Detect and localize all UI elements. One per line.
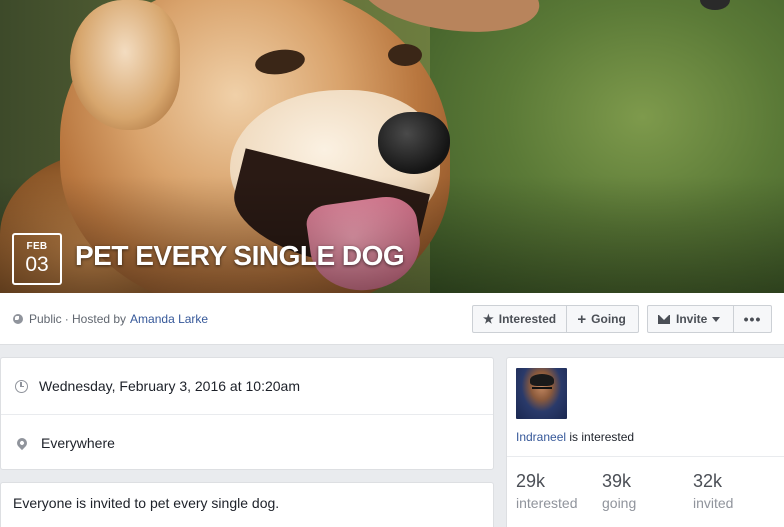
clock-icon: [15, 379, 28, 393]
stat-value: 32k: [693, 471, 723, 491]
invite-button[interactable]: Invite: [648, 306, 733, 332]
event-date-day: 03: [25, 253, 49, 276]
globe-icon: [13, 314, 23, 324]
event-location: Everywhere: [41, 434, 115, 451]
event-title: PET EVERY SINGLE DOG: [75, 240, 405, 271]
stat-interested[interactable]: 29k interested: [516, 471, 577, 511]
event-meta: Public · Hosted by Amanda Larke: [13, 312, 208, 326]
stat-value: 39k: [602, 471, 632, 491]
event-datetime-row: Wednesday, February 3, 2016 at 10:20am: [1, 358, 493, 414]
friend-avatar[interactable]: [516, 368, 567, 419]
interested-button-label: Interested: [498, 312, 557, 326]
rsvp-button-group: ★ Interested + Going: [472, 305, 639, 333]
friend-name-link[interactable]: Indraneel: [516, 430, 566, 444]
event-datetime: Wednesday, February 3, 2016 at 10:20am: [39, 378, 300, 394]
privacy-label: Public: [29, 312, 62, 326]
going-button-label: Going: [591, 312, 626, 326]
event-date-badge: FEB 03: [12, 233, 62, 285]
event-location-row: Everywhere: [1, 414, 493, 470]
more-options-button[interactable]: •••: [733, 306, 771, 332]
location-pin-icon: [14, 435, 30, 450]
star-icon: ★: [483, 312, 494, 326]
stat-invited[interactable]: 32k invited: [693, 471, 733, 511]
event-info-bar: Public · Hosted by Amanda Larke ★ Intere…: [0, 293, 784, 345]
host-link[interactable]: Amanda Larke: [130, 312, 208, 326]
friend-status: is interested: [569, 430, 635, 444]
guest-summary-card: Indraneel is interested 29k interested 3…: [506, 357, 784, 527]
event-details-card: Wednesday, February 3, 2016 at 10:20am E…: [0, 357, 494, 470]
hosted-by-label: · Hosted by: [64, 312, 127, 326]
invite-button-label: Invite: [676, 312, 708, 326]
mail-icon: [658, 314, 670, 324]
invite-button-group: Invite •••: [647, 305, 772, 333]
stat-value: 29k: [516, 471, 546, 491]
stat-label: going: [602, 495, 637, 511]
event-date-month: FEB: [26, 241, 48, 252]
interested-button[interactable]: ★ Interested: [473, 306, 566, 332]
chevron-down-icon: [712, 316, 721, 322]
stat-label: interested: [516, 495, 578, 511]
going-button[interactable]: + Going: [566, 306, 638, 332]
stat-going[interactable]: 39k going: [602, 471, 636, 511]
event-description-card: Everyone is invited to pet every single …: [0, 482, 494, 527]
cover-photo: FEB 03 PET EVERY SINGLE DOG: [0, 0, 784, 293]
event-description: Everyone is invited to pet every single …: [13, 495, 280, 511]
friend-interest-line: Indraneel is interested: [516, 430, 634, 444]
guest-stats: 29k interested 39k going 32k invited: [507, 456, 784, 527]
stat-label: invited: [693, 495, 734, 511]
plus-icon: +: [577, 310, 587, 328]
